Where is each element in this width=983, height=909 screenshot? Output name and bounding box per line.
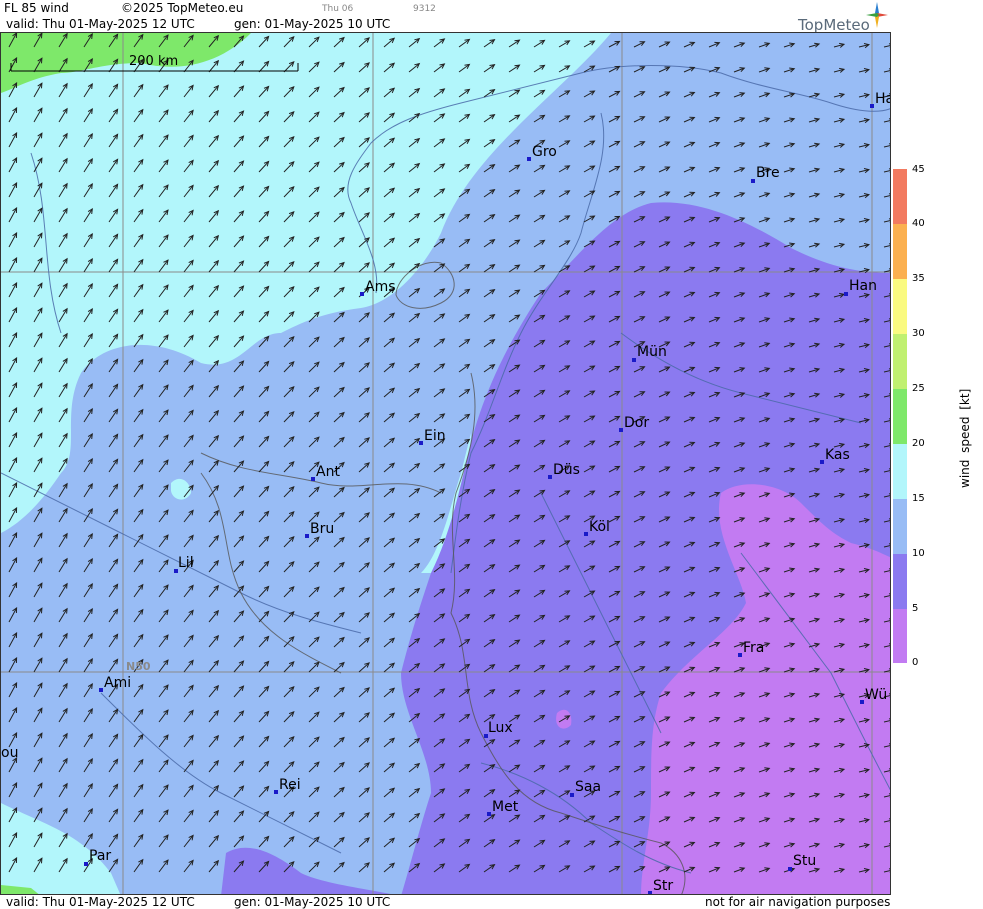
- scale-segment: [893, 169, 907, 224]
- city-label[interactable]: Str: [653, 879, 673, 893]
- scale-segment: [893, 224, 907, 279]
- aux-day-label: Thu 06: [322, 4, 354, 14]
- city-label[interactable]: Han: [849, 279, 877, 293]
- scale-tick: 0: [912, 657, 919, 668]
- city-dot: [584, 532, 588, 536]
- city-dot: [527, 157, 531, 161]
- city-label[interactable]: Wü: [865, 688, 887, 702]
- city-dot: [844, 292, 848, 296]
- city-label[interactable]: Rei: [279, 778, 301, 792]
- city-dot: [570, 793, 574, 797]
- city-label[interactable]: ou: [1, 746, 18, 760]
- scale-label: 200 km: [129, 54, 178, 69]
- legend-title: wind speed [kt]: [958, 388, 972, 488]
- scale-tick: 25: [912, 383, 925, 394]
- city-label[interactable]: Bre: [756, 166, 780, 180]
- footer-disclaimer: not for air navigation purposes: [705, 895, 891, 909]
- copyright-text: ©2025 TopMeteo.eu: [121, 1, 244, 15]
- city-label[interactable]: Ein: [424, 429, 446, 443]
- scale-segment: [893, 389, 907, 444]
- scale-segment: [893, 609, 907, 663]
- city-label[interactable]: Gro: [532, 145, 557, 159]
- wind-speed-color-scale: [893, 169, 907, 663]
- city-label[interactable]: Saa: [575, 780, 601, 794]
- city-dot: [632, 358, 636, 362]
- city-label[interactable]: Stu: [793, 854, 816, 868]
- city-label[interactable]: Bru: [310, 522, 334, 536]
- city-dot: [751, 179, 755, 183]
- city-label[interactable]: Ams: [365, 280, 396, 294]
- city-label[interactable]: Fra: [743, 641, 764, 655]
- city-dot: [860, 700, 864, 704]
- product-title: FL 85 wind: [4, 1, 69, 15]
- city-dot: [648, 891, 652, 894]
- scale-segment: [893, 334, 907, 389]
- scale-segment: [893, 444, 907, 499]
- valid-time: valid: Thu 01-May-2025 12 UTC: [6, 17, 195, 31]
- city-label[interactable]: Met: [492, 800, 518, 814]
- city-dot: [738, 653, 742, 657]
- city-label[interactable]: Par: [89, 849, 111, 863]
- compass-star-icon: [866, 2, 888, 28]
- scale-segment: [893, 554, 907, 609]
- city-dot: [548, 475, 552, 479]
- scale-tick: 40: [912, 218, 925, 229]
- city-dot: [788, 867, 792, 871]
- city-dot: [274, 790, 278, 794]
- scale-tick: 15: [912, 493, 925, 504]
- city-dot: [360, 292, 364, 296]
- city-label[interactable]: Düs: [553, 463, 580, 477]
- footer-generated-time: gen: 01-May-2025 10 UTC: [234, 895, 391, 909]
- city-dot: [487, 812, 491, 816]
- city-label[interactable]: Ant: [316, 465, 340, 479]
- city-label[interactable]: Dor: [624, 416, 649, 430]
- scale-segment: [893, 499, 907, 554]
- city-dot: [619, 428, 623, 432]
- latitude-label: N50: [126, 660, 151, 673]
- city-label[interactable]: Ha: [875, 92, 890, 106]
- aux-code-label: 9312: [413, 4, 436, 14]
- city-dot: [99, 688, 103, 692]
- city-dot: [820, 460, 824, 464]
- city-dot: [305, 534, 309, 538]
- city-label[interactable]: Lil: [178, 556, 194, 570]
- wind-map[interactable]: 200 km N50 Ha Gro Bre Ams Han Mün Dor Ei…: [0, 32, 891, 895]
- scale-tick: 10: [912, 548, 925, 559]
- city-label[interactable]: Lux: [488, 721, 513, 735]
- scale-segment: [893, 279, 907, 334]
- city-label[interactable]: Kas: [825, 448, 850, 462]
- city-dot: [870, 104, 874, 108]
- scale-tick: 45: [912, 164, 925, 175]
- city-label[interactable]: Mün: [637, 345, 667, 359]
- city-label[interactable]: Ami: [104, 676, 131, 690]
- city-dot: [311, 477, 315, 481]
- scale-tick: 30: [912, 328, 925, 339]
- city-label[interactable]: Köl: [589, 520, 610, 534]
- scale-tick: 20: [912, 438, 925, 449]
- generated-time: gen: 01-May-2025 10 UTC: [234, 17, 391, 31]
- scale-tick: 5: [912, 603, 919, 614]
- city-dot: [84, 862, 88, 866]
- city-dot: [419, 441, 423, 445]
- footer-valid-time: valid: Thu 01-May-2025 12 UTC: [6, 895, 195, 909]
- scale-tick: 35: [912, 273, 925, 284]
